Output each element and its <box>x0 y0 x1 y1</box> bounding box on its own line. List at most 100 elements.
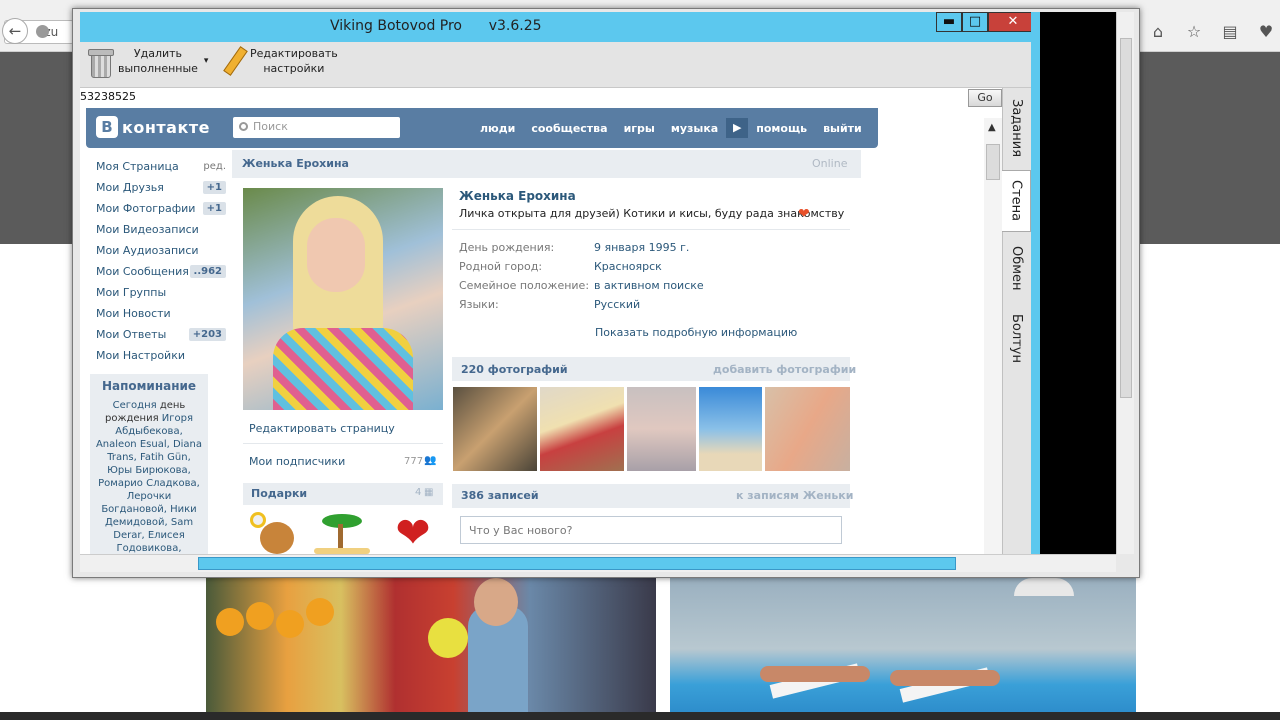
profile-name: Женька Ерохина <box>459 189 576 203</box>
inner-scroll-thumb[interactable] <box>986 144 1000 180</box>
vk-logo-letter: В <box>96 116 118 138</box>
nav-music[interactable]: музыка <box>663 122 726 135</box>
photo-thumb[interactable] <box>765 387 850 471</box>
gift-grid-icon: ▦ <box>424 487 434 498</box>
search-icon <box>239 122 248 131</box>
online-status: Online <box>812 157 848 170</box>
nav-people[interactable]: люди <box>472 122 523 135</box>
menu-item-groups[interactable]: Мои Группы <box>96 282 226 303</box>
menu-item-friends[interactable]: Мои Друзья +1 <box>96 177 226 198</box>
window-right-edge <box>1031 12 1040 554</box>
nav-communities[interactable]: сообщества <box>523 122 615 135</box>
edit-page-link[interactable]: Редактировать страницу <box>249 422 395 435</box>
photo-thumb[interactable] <box>540 387 624 471</box>
star-icon[interactable]: ☆ <box>1184 22 1204 42</box>
reminder-today[interactable]: Сегодня <box>113 400 157 411</box>
menu-item-settings[interactable]: Мои Настройки <box>96 345 226 366</box>
show-more-link[interactable]: Показать подробную информацию <box>595 326 797 339</box>
divider <box>243 443 443 444</box>
info-value[interactable]: 9 января 1995 г. <box>594 241 689 254</box>
dropdown-arrow-icon[interactable]: ▾ <box>204 54 209 69</box>
play-icon[interactable]: ▶ <box>726 118 749 138</box>
globe-icon <box>36 25 49 38</box>
home-icon[interactable]: ⌂ <box>1148 22 1168 42</box>
menu-edit-link[interactable]: ред. <box>203 161 226 172</box>
clipboard-icon[interactable]: ▤ <box>1220 22 1240 42</box>
people-icon: 👥 <box>424 455 437 466</box>
info-value[interactable]: Русский <box>594 298 640 311</box>
gifts-count: 4 <box>415 487 422 498</box>
background-photo-supermarket <box>206 578 656 720</box>
tab-chatter[interactable]: Болтун <box>1002 306 1031 370</box>
address-input[interactable]: 53238525 <box>80 90 966 106</box>
reminder-title: Напоминание <box>101 379 197 393</box>
taskbar-strip <box>0 712 1280 720</box>
profile-status[interactable]: Личка открыта для друзей) Котики и кисы,… <box>459 207 844 220</box>
menu-label: Мои Новости <box>96 307 171 320</box>
minimize-button[interactable]: ▬ <box>936 12 962 32</box>
subscribers-link[interactable]: Мои подписчики <box>249 455 345 468</box>
gifts-title: Подарки <box>251 487 308 500</box>
messages-badge: ..962 <box>189 265 226 278</box>
gift-palm-trees[interactable] <box>310 512 370 554</box>
window-title: Viking Botovod Pro v3.6.25 <box>330 18 542 34</box>
menu-label: Мои Фотографии <box>96 202 196 215</box>
tab-tasks[interactable]: Задания <box>1002 92 1031 164</box>
menu-item-my-page[interactable]: Моя Страница ред. <box>96 156 226 177</box>
pocket-icon[interactable]: ♥ <box>1256 22 1276 42</box>
info-relationship: Семейное положение: в активном поиске <box>459 279 704 292</box>
edit-settings-button[interactable]: Редактировать настройки <box>222 46 338 76</box>
menu-item-audio[interactable]: Мои Аудиозаписи <box>96 240 226 261</box>
reminder-names[interactable]: Игоря Абдыбекова, Analeon Esual, Diana T… <box>96 413 202 554</box>
trash-icon <box>88 46 114 78</box>
nav-help[interactable]: помощь <box>748 122 815 135</box>
menu-item-news[interactable]: Мои Новости <box>96 303 226 324</box>
outer-scroll-thumb[interactable] <box>1120 38 1132 398</box>
horizontal-scrollbar[interactable] <box>80 554 1116 572</box>
inner-vertical-scrollbar[interactable]: ▲ <box>984 118 1002 554</box>
menu-item-videos[interactable]: Мои Видеозаписи <box>96 219 226 240</box>
profile-avatar[interactable] <box>243 188 443 410</box>
menu-item-answers[interactable]: Мои Ответы +203 <box>96 324 226 345</box>
menu-item-photos[interactable]: Мои Фотографии +1 <box>96 198 226 219</box>
answers-badge: +203 <box>188 328 226 341</box>
info-hometown: Родной город: Красноярск <box>459 260 662 273</box>
tab-exchange[interactable]: Обмен <box>1002 236 1031 300</box>
gift-rose-heart[interactable]: ❤ <box>382 512 438 554</box>
info-key: День рождения: <box>459 241 555 254</box>
background-photo-pool <box>670 578 1136 720</box>
info-key: Родной город: <box>459 260 543 273</box>
menu-label: Мои Друзья <box>96 181 164 194</box>
maximize-button[interactable]: □ <box>962 12 988 32</box>
vk-nav: люди сообщества игры музыка ▶ помощь вый… <box>472 118 870 138</box>
divider <box>452 229 850 230</box>
posts-count: 386 записей <box>461 489 539 502</box>
vk-logo[interactable]: В контакте <box>96 116 210 138</box>
photo-thumb[interactable] <box>699 387 762 471</box>
photos-badge: +1 <box>202 202 226 215</box>
add-photos-link[interactable]: добавить фотографии <box>713 363 856 376</box>
info-value[interactable]: в активном поиске <box>594 279 704 292</box>
menu-label: Мои Сообщения <box>96 265 189 278</box>
gift-teddy-bear[interactable] <box>246 512 302 554</box>
vk-search-input[interactable]: Поиск <box>233 117 400 138</box>
menu-label: Моя Страница <box>96 160 179 173</box>
nav-games[interactable]: игры <box>616 122 663 135</box>
scroll-up-icon[interactable]: ▲ <box>988 122 996 133</box>
browser-back-button[interactable]: ← <box>2 18 28 44</box>
to-posts-link[interactable]: к записям Женьки <box>736 489 853 502</box>
menu-label: Мои Настройки <box>96 349 185 362</box>
subscribers-count: 777 <box>404 456 424 467</box>
photo-thumb[interactable] <box>453 387 537 471</box>
photo-thumb[interactable] <box>627 387 696 471</box>
menu-label: Мои Видеозаписи <box>96 223 199 236</box>
info-value[interactable]: Красноярск <box>594 260 662 273</box>
go-button[interactable]: Go <box>968 89 1002 107</box>
menu-item-messages[interactable]: Мои Сообщения ..962 <box>96 261 226 282</box>
delete-done-button[interactable]: Удалить выполненные ▾ <box>88 46 209 78</box>
nav-logout[interactable]: выйти <box>815 122 870 135</box>
outer-vertical-scrollbar[interactable] <box>1116 12 1134 554</box>
tab-wall[interactable]: Стена <box>1002 170 1031 232</box>
hscroll-thumb[interactable] <box>198 557 956 570</box>
new-post-input[interactable]: Что у Вас нового? <box>460 516 842 544</box>
